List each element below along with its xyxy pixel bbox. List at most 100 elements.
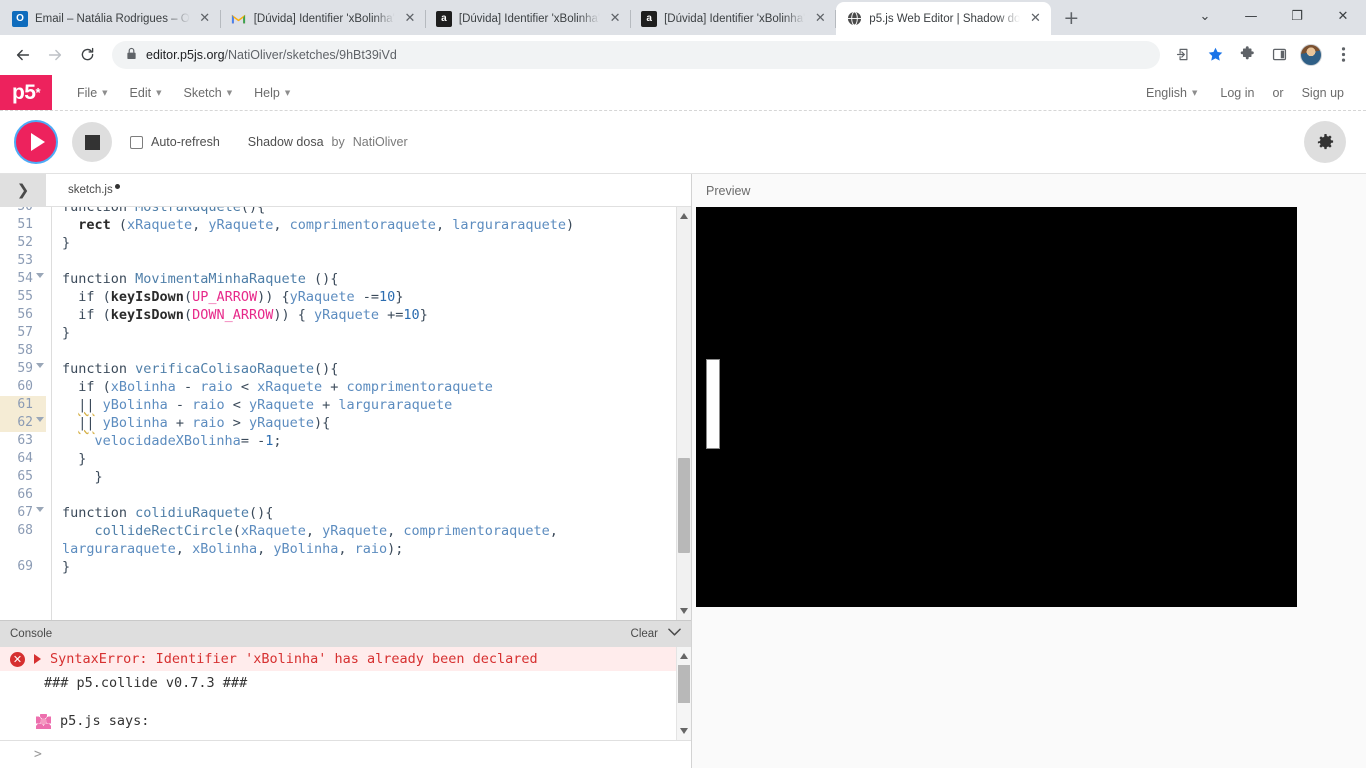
p5-body: ❯ sketch.js 5051525354555657585960616263… <box>0 174 1366 768</box>
close-icon[interactable]: ✕ <box>812 11 828 27</box>
code-line[interactable]: } <box>62 450 676 468</box>
code-line[interactable]: collideRectCircle(xRaquete, yRaquete, co… <box>62 522 676 558</box>
browser-tab[interactable]: O Email – Natália Rodrigues – O ✕ <box>2 2 221 35</box>
scroll-down-arrow-icon[interactable] <box>680 608 688 614</box>
code-line[interactable]: if (keyIsDown(DOWN_ARROW)) { yRaquete +=… <box>62 306 676 324</box>
chevron-down-icon: ▼ <box>284 88 291 97</box>
language-selector[interactable]: English ▼ <box>1137 82 1206 104</box>
code-line[interactable]: if (xBolinha - raio < xRaquete + comprim… <box>62 378 676 396</box>
close-icon[interactable]: ✕ <box>607 11 623 27</box>
editor-scrollbar[interactable] <box>676 207 691 620</box>
share-icon[interactable] <box>1168 40 1198 70</box>
play-button[interactable] <box>14 120 58 164</box>
menu-file[interactable]: File ▼ <box>68 82 117 104</box>
close-window-button[interactable]: ✕ <box>1320 0 1366 33</box>
scroll-up-arrow-icon[interactable] <box>680 653 688 659</box>
sketch-name[interactable]: Shadow dosa <box>248 135 324 149</box>
back-arrow-icon[interactable] <box>8 40 38 70</box>
browser-tab[interactable]: [Dúvida] Identifier 'xBolinha' ✕ <box>219 2 426 35</box>
code-line[interactable]: function MostraRaquete(){ <box>62 207 676 216</box>
file-tab-sketch-js[interactable]: sketch.js <box>46 174 120 206</box>
code-line[interactable]: function colidiuRaquete(){ <box>62 504 676 522</box>
code-line[interactable] <box>62 342 676 360</box>
code-editor[interactable]: 50515253545556575859606162636465666768 6… <box>0 207 691 620</box>
fold-triangle-icon[interactable] <box>36 273 44 278</box>
menu-help[interactable]: Help ▼ <box>245 82 299 104</box>
close-icon[interactable]: ✕ <box>197 11 213 27</box>
code-line[interactable]: rect (xRaquete, yRaquete, comprimentoraq… <box>62 216 676 234</box>
chevron-right-icon[interactable]: ❯ <box>0 174 46 206</box>
menu-file-label: File <box>77 85 98 100</box>
console-prompt-input[interactable]: > <box>0 740 691 768</box>
side-panel-icon[interactable] <box>1264 40 1294 70</box>
scrollbar-thumb[interactable] <box>678 458 690 553</box>
close-icon[interactable]: ✕ <box>1027 11 1043 27</box>
code-text-area[interactable]: function MostraRaquete(){ rect (xRaquete… <box>52 207 676 620</box>
fold-triangle-icon[interactable] <box>36 507 44 512</box>
scrollbar-thumb[interactable] <box>678 665 690 703</box>
new-tab-button[interactable]: + <box>1057 4 1085 32</box>
profile-avatar[interactable] <box>1296 40 1326 70</box>
code-line[interactable]: velocidadeXBolinha= -1; <box>62 432 676 450</box>
tab-search-icon[interactable]: ⌄ <box>1182 0 1228 33</box>
reload-icon[interactable] <box>72 40 102 70</box>
p5-logo-star: * <box>35 85 41 100</box>
bookmark-star-icon[interactable] <box>1200 40 1230 70</box>
stop-button[interactable] <box>72 122 112 162</box>
chevron-down-icon[interactable] <box>668 628 681 640</box>
maximize-button[interactable]: ❐ <box>1274 0 1320 33</box>
sketch-author[interactable]: NatiOliver <box>353 135 408 149</box>
fold-triangle-icon[interactable] <box>36 417 44 422</box>
menu-edit[interactable]: Edit ▼ <box>121 82 171 104</box>
p5-logo[interactable]: p5 * <box>0 75 52 110</box>
code-line[interactable]: } <box>62 468 676 486</box>
login-link[interactable]: Log in <box>1216 82 1258 104</box>
menu-sketch[interactable]: Sketch ▼ <box>174 82 241 104</box>
p5-toolbar: Auto-refresh Shadow dosa by NatiOliver <box>0 111 1366 174</box>
code-line[interactable]: } <box>62 324 676 342</box>
auto-refresh-checkbox[interactable] <box>130 135 143 149</box>
console-error-line[interactable]: ✕ SyntaxError: Identifier 'xBolinha' has… <box>0 647 691 671</box>
forward-arrow-icon[interactable] <box>40 40 70 70</box>
code-line[interactable]: || yBolinha - raio < yRaquete + largurar… <box>62 396 676 414</box>
chrome-menu-icon[interactable] <box>1328 40 1358 70</box>
minimize-button[interactable]: — <box>1228 0 1274 33</box>
codemirror[interactable]: 50515253545556575859606162636465666768 6… <box>0 207 676 620</box>
preview-label: Preview <box>706 183 751 198</box>
code-line[interactable]: function MovimentaMinhaRaquete (){ <box>62 270 676 288</box>
close-icon[interactable]: ✕ <box>402 11 418 27</box>
address-bar[interactable]: editor.p5js.org/NatiOliver/sketches/9hBt… <box>112 40 1160 69</box>
console-clear-button[interactable]: Clear <box>631 628 658 640</box>
url-host: editor.p5js.org <box>146 47 225 62</box>
console-panel: Console Clear ✕ SyntaxError: Identifier … <box>0 620 691 768</box>
console-scrollbar[interactable] <box>676 647 691 740</box>
line-number: 50 <box>0 207 46 216</box>
code-line[interactable] <box>62 252 676 270</box>
scroll-up-arrow-icon[interactable] <box>680 213 688 219</box>
code-line[interactable]: if (keyIsDown(UP_ARROW)) {yRaquete -=10} <box>62 288 676 306</box>
fold-triangle-icon[interactable] <box>36 363 44 368</box>
browser-tab-active[interactable]: p5.js Web Editor | Shadow do ✕ <box>835 2 1052 35</box>
preview-area <box>692 207 1366 768</box>
scroll-down-arrow-icon[interactable] <box>680 728 688 734</box>
line-number: 66 <box>17 487 33 502</box>
extensions-puzzle-icon[interactable] <box>1232 40 1262 70</box>
code-line[interactable] <box>62 486 676 504</box>
editor-column: ❯ sketch.js 5051525354555657585960616263… <box>0 174 692 768</box>
line-number: 56 <box>17 307 33 322</box>
preview-header: Preview <box>692 174 1366 207</box>
auto-refresh-toggle[interactable]: Auto-refresh <box>130 135 220 149</box>
browser-tab[interactable]: a [Dúvida] Identifier 'xBolinha' ✕ <box>630 2 837 35</box>
sketch-canvas[interactable] <box>696 207 1297 607</box>
p5-nav-right: English ▼ Log in or Sign up <box>1137 75 1366 110</box>
code-line[interactable]: } <box>62 558 676 576</box>
code-line[interactable]: function verificaColisaoRaquete(){ <box>62 360 676 378</box>
code-line[interactable]: } <box>62 234 676 252</box>
console-output[interactable]: ✕ SyntaxError: Identifier 'xBolinha' has… <box>0 647 691 740</box>
expand-triangle-icon[interactable] <box>34 654 41 664</box>
gear-icon[interactable] <box>1304 121 1346 163</box>
line-number: 69 <box>17 559 33 574</box>
signup-link[interactable]: Sign up <box>1298 82 1348 104</box>
code-line[interactable]: || yBolinha + raio > yRaquete){ <box>62 414 676 432</box>
browser-tab[interactable]: a [Dúvida] Identifier 'xBolinha' ✕ <box>424 2 632 35</box>
